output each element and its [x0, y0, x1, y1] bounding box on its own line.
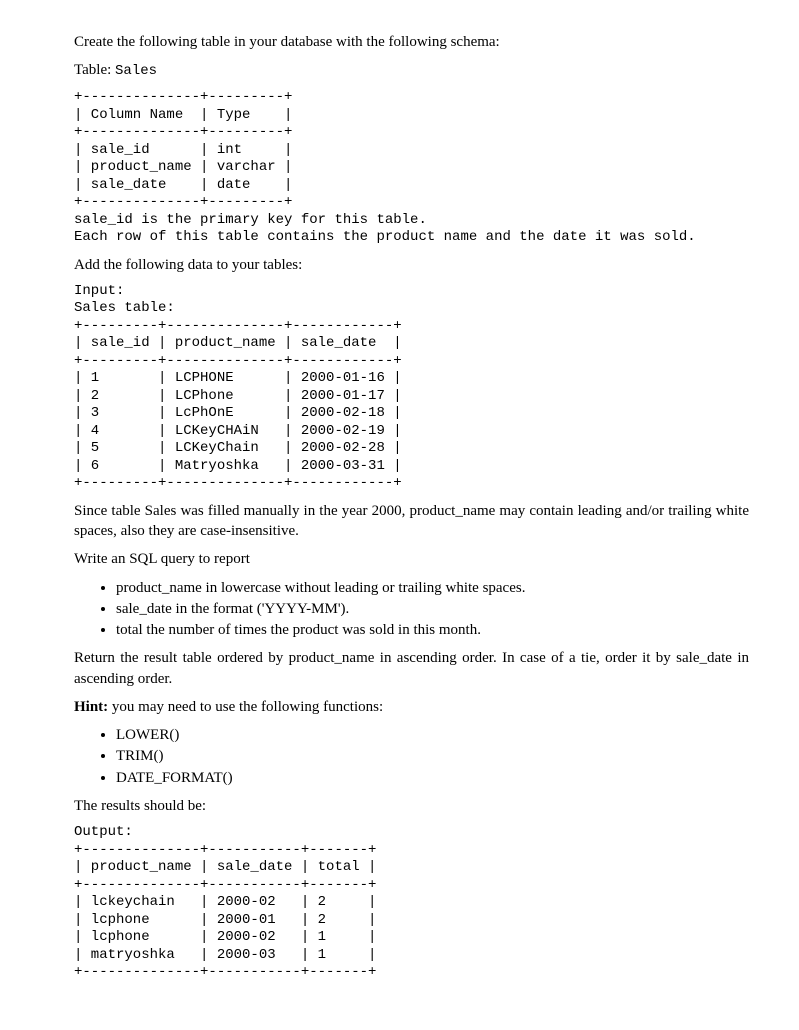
results-label: The results should be: — [74, 796, 749, 816]
list-item: TRIM() — [116, 746, 749, 766]
list-item: product_name in lowercase without leadin… — [116, 578, 749, 598]
return-paragraph: Return the result table ordered by produ… — [74, 648, 749, 689]
list-item: LOWER() — [116, 725, 749, 745]
input-ascii-table: Input: Sales table: +---------+---------… — [74, 283, 749, 493]
list-item: total the number of times the product wa… — [116, 620, 749, 640]
add-data-instruction: Add the following data to your tables: — [74, 255, 749, 275]
intro-create-table: Create the following table in your datab… — [74, 32, 749, 52]
table-name: Sales — [115, 63, 157, 79]
output-ascii-table: Output: +--------------+-----------+----… — [74, 824, 749, 982]
table-label-prefix: Table: — [74, 62, 115, 78]
hint-rest: you may need to use the following functi… — [108, 699, 383, 715]
since-paragraph: Since table Sales was filled manually in… — [74, 501, 749, 542]
schema-ascii-table: +--------------+---------+ | Column Name… — [74, 89, 749, 247]
functions-list: LOWER() TRIM() DATE_FORMAT() — [74, 725, 749, 788]
list-item: DATE_FORMAT() — [116, 768, 749, 788]
hint-label: Hint: — [74, 699, 108, 715]
hint-paragraph: Hint: you may need to use the following … — [74, 697, 749, 717]
write-query-instruction: Write an SQL query to report — [74, 549, 749, 569]
table-label: Table: Sales — [74, 60, 749, 81]
requirements-list: product_name in lowercase without leadin… — [74, 578, 749, 641]
list-item: sale_date in the format ('YYYY-MM'). — [116, 599, 749, 619]
